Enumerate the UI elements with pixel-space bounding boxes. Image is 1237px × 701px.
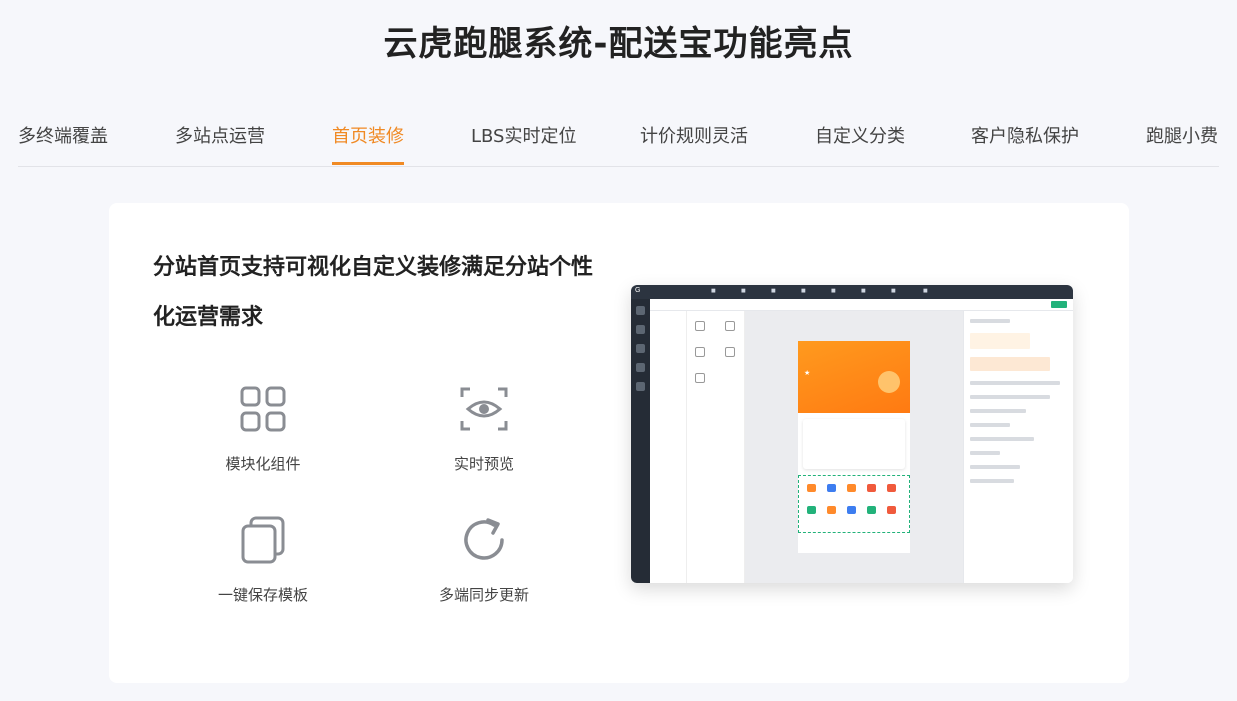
feature-realtime-preview: 实时预览 — [404, 383, 564, 474]
admin-subbar — [650, 299, 1073, 311]
page-title: 云虎跑腿系统-配送宝功能亮点 — [383, 24, 854, 64]
property-row — [970, 423, 1010, 427]
tab-custom-category[interactable]: 自定义分类 — [815, 122, 905, 148]
tab-multi-terminal[interactable]: 多终端覆盖 — [18, 122, 108, 148]
eye-scan-icon — [460, 387, 508, 431]
phone-header: ★ — [798, 341, 910, 413]
admin-nav-item: ■ — [861, 288, 866, 294]
phone-preview: ★ — [798, 341, 910, 553]
editor-canvas: ★ — [745, 311, 963, 583]
admin-nav-item: ■ — [711, 288, 716, 294]
feature-label: 模块化组件 — [225, 455, 301, 473]
feature-modular-components: 模块化组件 — [183, 383, 343, 474]
tab-privacy-protection[interactable]: 客户隐私保护 — [971, 122, 1079, 148]
feature-label: 一键保存模板 — [217, 586, 308, 604]
admin-nav-item: ■ — [801, 288, 806, 294]
stacked-pages-icon — [241, 516, 285, 564]
admin-save-button — [1051, 301, 1067, 308]
feature-multi-sync: 多端同步更新 — [404, 514, 564, 605]
active-tab-underline — [332, 162, 404, 165]
property-row — [970, 437, 1034, 441]
phone-banner: ★ — [804, 369, 811, 377]
admin-nav-item: ■ — [741, 288, 746, 294]
admin-logo: G — [635, 287, 641, 294]
feature-label: 多端同步更新 — [438, 586, 529, 604]
refresh-icon — [464, 518, 504, 560]
component-palette — [687, 311, 745, 583]
property-row — [970, 409, 1026, 413]
property-row — [970, 357, 1050, 371]
admin-nav-item: ■ — [923, 288, 928, 294]
tab-homepage-decoration[interactable]: 首页装修 — [332, 122, 404, 148]
property-row — [970, 395, 1050, 399]
admin-screenshot: G ■ ■ ■ ■ ■ ■ ■ ■ ★ — [631, 285, 1073, 583]
admin-nav-item: ■ — [831, 288, 836, 294]
property-row — [970, 479, 1014, 483]
feature-label: 实时预览 — [453, 455, 514, 473]
property-row — [970, 451, 1000, 455]
tab-errand-tip[interactable]: 跑腿小费 — [1146, 122, 1218, 148]
admin-sidebar — [631, 299, 650, 583]
admin-nav-item: ■ — [771, 288, 776, 294]
panel-headline: 分站首页支持可视化自定义装修满足分站个性化运营需求 — [153, 255, 594, 330]
admin-nav-item: ■ — [891, 288, 896, 294]
properties-panel — [963, 311, 1073, 583]
tab-pricing-rules[interactable]: 计价规则灵活 — [640, 122, 748, 148]
property-row — [970, 333, 1030, 349]
feature-panel: 分站首页支持可视化自定义装修满足分站个性化运营需求 模块化组件 实时预览 一键保… — [109, 203, 1129, 683]
admin-topbar: G ■ ■ ■ ■ ■ ■ ■ ■ — [631, 285, 1073, 299]
property-row — [970, 465, 1020, 469]
admin-left-panel — [650, 311, 687, 583]
property-row — [970, 319, 1010, 323]
property-row — [970, 381, 1060, 385]
grid-icon — [240, 386, 286, 432]
feature-tabs: 多终端覆盖 多站点运营 首页装修 LBS实时定位 计价规则灵活 自定义分类 客户… — [18, 110, 1219, 167]
tab-lbs-location[interactable]: LBS实时定位 — [471, 122, 577, 148]
tab-multi-site[interactable]: 多站点运营 — [175, 122, 265, 148]
phone-scooter-art — [878, 371, 900, 393]
phone-order-card — [803, 419, 905, 469]
phone-service-grid — [798, 475, 910, 533]
feature-save-template: 一键保存模板 — [183, 514, 343, 605]
